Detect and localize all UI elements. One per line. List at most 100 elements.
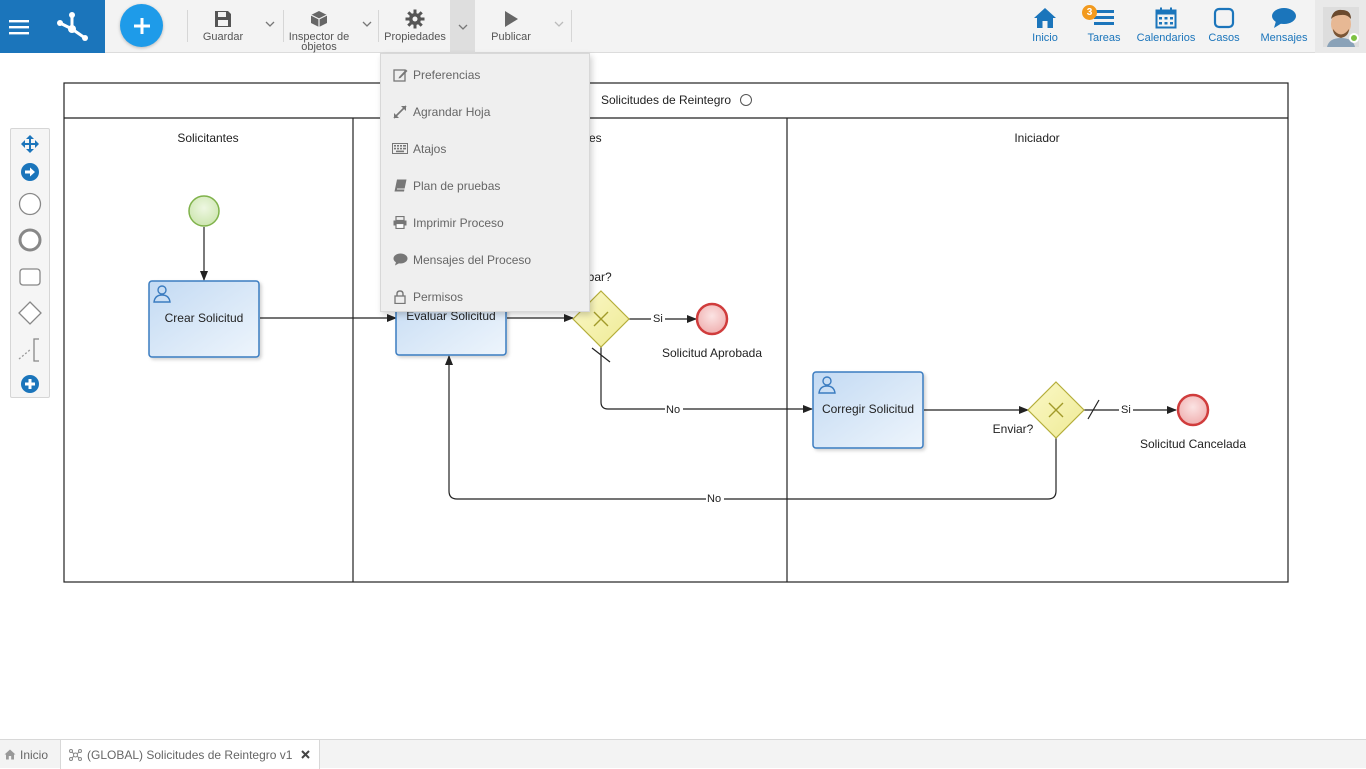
tab-inicio[interactable]: Inicio: [4, 740, 58, 769]
app-logo[interactable]: [38, 0, 105, 53]
bottom-tab-bar: Inicio (GLOBAL) Solicitudes de Reintegro…: [0, 739, 1366, 769]
connector-arrow-icon: [21, 163, 39, 181]
menu-item-atajos[interactable]: Atajos: [381, 130, 589, 167]
start-event[interactable]: [188, 195, 220, 227]
nav-calendars-label: Calendarios: [1136, 32, 1196, 44]
play-icon: [505, 11, 518, 27]
end-event-icon: [18, 228, 42, 252]
flow-label-no: No: [707, 493, 721, 505]
bpmn-diagram: Solicitudes de Reintegro Solicitantes es…: [63, 82, 1289, 583]
pool-title: Solicitudes de Reintegro: [601, 93, 731, 107]
home-icon: [1034, 8, 1056, 28]
hamburger-menu-button[interactable]: [0, 0, 38, 53]
move-icon: [21, 135, 39, 153]
tab-label: Inicio: [20, 747, 49, 762]
nav-messages[interactable]: Mensajes: [1258, 0, 1310, 53]
home-icon: [4, 749, 16, 760]
object-inspector-label-line2: objetos: [301, 41, 337, 53]
task-label: Crear Solicitud: [165, 311, 244, 325]
menu-item-label: Atajos: [413, 141, 447, 156]
nav-tasks[interactable]: 3 Tareas: [1082, 0, 1124, 53]
floppy-disk-icon: [215, 11, 231, 27]
tasks-badge: 3: [1082, 5, 1097, 20]
lane-title: Iniciador: [1014, 131, 1059, 145]
toolbar-separator: [283, 10, 284, 42]
palette-connector-tool[interactable]: [11, 161, 49, 183]
nav-cases-label: Casos: [1208, 32, 1240, 44]
keyboard-icon: [392, 143, 408, 154]
save-label: Guardar: [202, 31, 244, 43]
nav-home[interactable]: Inicio: [1026, 0, 1064, 53]
palette-more-tools[interactable]: [11, 373, 49, 395]
plus-icon: [133, 17, 150, 34]
gateway-label: Enviar?: [993, 422, 1034, 436]
menu-item-agrandar-hoja[interactable]: Agrandar Hoja: [381, 93, 589, 130]
cases-square-icon: [1213, 7, 1235, 29]
palette-task[interactable]: [11, 265, 49, 289]
toolbar-separator: [187, 10, 188, 42]
chevron-down-icon: [458, 24, 467, 30]
tab-label: (GLOBAL) Solicitudes de Reintegro v1: [87, 747, 293, 762]
properties-options-caret[interactable]: [450, 0, 475, 53]
flow-label-no: No: [666, 404, 680, 416]
save-button[interactable]: Guardar: [197, 0, 249, 53]
lane-title: Solicitantes: [177, 131, 238, 145]
end-event-cancelada[interactable]: [1176, 393, 1210, 427]
menu-item-mensajes-del-proceso[interactable]: Mensajes del Proceso: [381, 241, 589, 278]
edit-icon: [392, 68, 407, 82]
lock-icon: [394, 289, 406, 304]
annotation-icon: [18, 338, 39, 362]
comment-icon: [393, 253, 407, 266]
publish-label: Publicar: [491, 31, 531, 43]
nav-messages-label: Mensajes: [1260, 32, 1308, 44]
logo-icon: [56, 11, 88, 41]
task-icon: [19, 268, 41, 286]
flow-label-si: Si: [653, 313, 663, 325]
tab-process[interactable]: (GLOBAL) Solicitudes de Reintegro v1: [60, 740, 320, 769]
palette-move-tool[interactable]: [11, 133, 49, 155]
menu-item-imprimir-proceso[interactable]: Imprimir Proceso: [381, 204, 589, 241]
inspector-options-caret[interactable]: [360, 17, 374, 31]
publish-options-caret[interactable]: [552, 17, 566, 31]
menu-item-label: Mensajes del Proceso: [413, 252, 532, 267]
palette-start-event[interactable]: [11, 191, 49, 217]
close-tab-button[interactable]: [301, 750, 311, 759]
end-event-aprobada[interactable]: [695, 302, 729, 336]
menu-item-permisos[interactable]: Permisos: [381, 278, 589, 315]
save-options-caret[interactable]: [263, 17, 277, 31]
object-inspector-button[interactable]: Inspector de objetos: [286, 0, 352, 53]
diagram-canvas[interactable]: Solicitudes de Reintegro Solicitantes es…: [0, 53, 1366, 739]
publish-button[interactable]: Publicar: [481, 0, 541, 53]
properties-label: Propiedades: [384, 31, 446, 43]
lane-iniciador[interactable]: Iniciador: [1014, 131, 1059, 145]
palette-gateway[interactable]: [11, 299, 49, 327]
expand-icon: [393, 104, 407, 119]
add-icon: [21, 375, 39, 393]
start-event-icon: [18, 192, 42, 216]
chevron-down-icon: [265, 21, 275, 27]
user-avatar[interactable]: [1315, 0, 1366, 53]
gateway-icon: [18, 301, 42, 325]
print-icon: [393, 216, 407, 229]
chevron-down-icon: [362, 21, 372, 27]
task-label: Corregir Solicitud: [822, 402, 914, 416]
calendar-icon: [1155, 7, 1177, 29]
add-button[interactable]: [120, 4, 163, 47]
menu-item-plan-de-pruebas[interactable]: Plan de pruebas: [381, 167, 589, 204]
menu-item-label: Permisos: [413, 289, 464, 304]
properties-dropdown-menu: Preferencias Agrandar Hoja Atajos Plan d…: [380, 53, 590, 312]
palette-annotation[interactable]: [11, 337, 49, 363]
event-label: Solicitud Cancelada: [1140, 437, 1246, 451]
palette-end-event[interactable]: [11, 227, 49, 253]
nav-cases[interactable]: Casos: [1206, 0, 1242, 53]
menu-item-preferencias[interactable]: Preferencias: [381, 56, 589, 93]
flow-label-si: Si: [1121, 404, 1131, 416]
online-status-dot: [1349, 33, 1359, 43]
menu-item-label: Plan de pruebas: [413, 178, 501, 193]
hamburger-icon: [9, 19, 29, 34]
properties-button[interactable]: Propiedades: [381, 0, 449, 53]
menu-item-label: Preferencias: [413, 67, 481, 82]
process-icon: [69, 748, 82, 761]
nav-calendars[interactable]: Calendarios: [1134, 0, 1198, 53]
lane-title: es: [589, 131, 602, 145]
